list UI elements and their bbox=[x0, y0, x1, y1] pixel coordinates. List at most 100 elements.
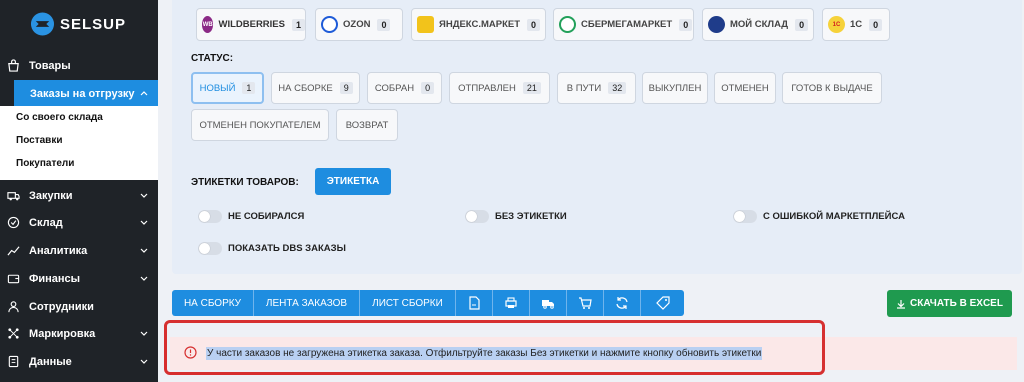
status-assembling-button[interactable]: НА СБОРКЕ 9 bbox=[271, 72, 360, 104]
printer-icon bbox=[505, 297, 517, 308]
1c-logo-icon: 1C bbox=[828, 16, 845, 33]
wildberries-logo-icon: WB bbox=[202, 16, 214, 33]
toggle-switch[interactable] bbox=[733, 210, 757, 223]
network-icon bbox=[6, 327, 20, 341]
sidebar-subitem-customers[interactable]: Покупатели bbox=[16, 158, 74, 169]
toggle-without-label[interactable]: БЕЗ ЭТИКЕТКИ bbox=[465, 210, 567, 223]
delivery-button[interactable] bbox=[530, 290, 567, 316]
status-new-button[interactable]: НОВЫЙ 1 bbox=[191, 72, 264, 104]
tag-icon bbox=[655, 296, 670, 310]
cart-icon bbox=[579, 297, 592, 309]
sidebar-item-analytics[interactable]: Аналитика bbox=[0, 237, 158, 264]
toggle-show-dbs[interactable]: ПОКАЗАТЬ DBS ЗАКАЗЫ bbox=[198, 242, 346, 255]
sidebar-item-label: Аналитика bbox=[29, 244, 88, 257]
chevron-down-icon bbox=[140, 276, 148, 281]
toggle-not-assembled[interactable]: НЕ СОБИРАЛСЯ bbox=[198, 210, 304, 223]
marketplace-ozon-button[interactable]: OZON 0 bbox=[315, 8, 403, 41]
orders-feed-button[interactable]: ЛЕНТА ЗАКАЗОВ bbox=[254, 290, 360, 316]
chevron-down-icon bbox=[140, 220, 148, 225]
sidebar-item-marking[interactable]: Маркировка bbox=[0, 320, 158, 347]
moysklad-logo-icon bbox=[708, 16, 725, 33]
sidebar-item-label: Заказы на отгрузку bbox=[30, 87, 135, 100]
status-return-button[interactable]: ВОЗВРАТ bbox=[336, 109, 398, 141]
truck-icon bbox=[6, 189, 20, 203]
status-cancelled-button[interactable]: ОТМЕНЕН bbox=[714, 72, 776, 104]
tag-button[interactable] bbox=[641, 290, 684, 316]
marketplace-yandex-button[interactable]: ЯНДЕКС.МАРКЕТ 0 bbox=[411, 8, 546, 41]
status-ready-for-pickup-button[interactable]: ГОТОВ К ВЫДАЧЕ bbox=[782, 72, 882, 104]
status-count: 9 bbox=[339, 82, 353, 94]
sber-logo-icon bbox=[559, 16, 576, 33]
status-label: ГОТОВ К ВЫДАЧЕ bbox=[791, 82, 873, 94]
refresh-button[interactable] bbox=[604, 290, 641, 316]
yandex-market-logo-icon bbox=[417, 16, 434, 33]
assembly-sheet-button[interactable]: ЛИСТ СБОРКИ bbox=[360, 290, 456, 316]
sidebar-subitem-supplies[interactable]: Поставки bbox=[16, 135, 62, 146]
wallet-icon bbox=[6, 272, 20, 286]
marketplace-1c-button[interactable]: 1C 1C 0 bbox=[822, 8, 890, 41]
toggle-switch[interactable] bbox=[198, 242, 222, 255]
status-count: 32 bbox=[608, 82, 627, 94]
status-title: СТАТУС: bbox=[191, 53, 234, 64]
shop-icon bbox=[6, 59, 20, 73]
pdf-file-icon bbox=[469, 296, 480, 310]
export-excel-button[interactable]: СКАЧАТЬ В EXCEL bbox=[887, 290, 1012, 317]
toggle-switch[interactable] bbox=[198, 210, 222, 223]
sidebar-item-finance[interactable]: Финансы bbox=[0, 265, 158, 292]
cart-button[interactable] bbox=[567, 290, 604, 316]
pdf-button[interactable] bbox=[456, 290, 493, 316]
chevron-down-icon bbox=[140, 359, 148, 364]
marketplace-count: 0 bbox=[527, 18, 541, 31]
sidebar-item-products[interactable]: Товары bbox=[0, 52, 158, 79]
status-redeemed-button[interactable]: ВЫКУПЛЕН bbox=[642, 72, 708, 104]
sidebar-item-label: Финансы bbox=[29, 272, 81, 285]
marketplace-sbermegamarket-button[interactable]: СБЕРМЕГАМАРКЕТ 0 bbox=[553, 8, 694, 41]
status-label: В ПУТИ bbox=[566, 82, 602, 94]
logo[interactable]: SELSUP bbox=[30, 6, 126, 42]
refresh-icon bbox=[616, 297, 628, 309]
product-labels-title: ЭТИКЕТКИ ТОВАРОВ: bbox=[191, 177, 299, 188]
status-label: ОТПРАВЛЕН bbox=[458, 82, 516, 94]
sidebar-item-employees[interactable]: Сотрудники bbox=[0, 293, 158, 320]
marketplace-wildberries-button[interactable]: WB WILDBERRIES 1 bbox=[196, 8, 306, 41]
marketplace-count: 1 bbox=[291, 18, 305, 31]
status-label: СОБРАН bbox=[374, 82, 415, 94]
to-assembly-button[interactable]: НА СБОРКУ bbox=[172, 290, 254, 316]
app-root: SELSUP Товары Заказы на отгрузку Со свое… bbox=[0, 0, 1024, 382]
brand-name: SELSUP bbox=[59, 15, 126, 33]
marketplace-label: МОЙ СКЛАД bbox=[730, 19, 789, 30]
label-button[interactable]: ЭТИКЕТКА bbox=[315, 168, 391, 195]
status-assembled-button[interactable]: СОБРАН 0 bbox=[367, 72, 442, 104]
toggle-switch[interactable] bbox=[465, 210, 489, 223]
chevron-up-icon bbox=[140, 91, 148, 96]
ozon-logo-icon bbox=[321, 16, 338, 33]
sidebar-item-warehouse[interactable]: Склад bbox=[0, 209, 158, 236]
chevron-down-icon bbox=[140, 331, 148, 336]
sidebar-item-shipping-orders[interactable]: Заказы на отгрузку bbox=[14, 80, 158, 107]
chart-icon bbox=[6, 244, 20, 258]
sidebar-item-purchases[interactable]: Закупки bbox=[0, 182, 158, 209]
filters-panel: WB WILDBERRIES 1 OZON 0 ЯНДЕКС.МАРКЕТ 0 … bbox=[172, 0, 1022, 274]
user-icon bbox=[6, 300, 20, 314]
status-in-transit-button[interactable]: В ПУТИ 32 bbox=[557, 72, 636, 104]
toggle-label: С ОШИБКОЙ МАРКЕТПЛЕЙСА bbox=[763, 211, 905, 222]
document-icon bbox=[6, 355, 20, 369]
status-cancelled-by-buyer-button[interactable]: ОТМЕНЕН ПОКУПАТЕЛЕМ bbox=[191, 109, 329, 141]
print-button[interactable] bbox=[493, 290, 530, 316]
marketplace-label: СБЕРМЕГАМАРКЕТ bbox=[581, 19, 673, 30]
toggle-label: НЕ СОБИРАЛСЯ bbox=[228, 211, 305, 222]
alert-message: У части заказов не загружена этикетка за… bbox=[206, 347, 763, 360]
sidebar-subitem-own-warehouse[interactable]: Со своего склада bbox=[16, 112, 103, 123]
marketplace-moysklad-button[interactable]: МОЙ СКЛАД 0 bbox=[702, 8, 814, 41]
marketplace-label: WILDBERRIES bbox=[218, 19, 285, 30]
sidebar-item-label: Склад bbox=[29, 216, 63, 229]
status-sent-button[interactable]: ОТПРАВЛЕН 21 bbox=[449, 72, 550, 104]
toggle-marketplace-error[interactable]: С ОШИБКОЙ МАРКЕТПЛЕЙСА bbox=[733, 210, 905, 223]
sidebar-item-label: Сотрудники bbox=[29, 300, 94, 313]
sidebar-item-data[interactable]: Данные bbox=[0, 348, 158, 375]
status-label: НОВЫЙ bbox=[199, 82, 236, 94]
marketplace-count: 0 bbox=[679, 18, 693, 31]
alert-circle-icon bbox=[184, 346, 197, 359]
download-icon bbox=[897, 299, 906, 309]
status-count: 0 bbox=[421, 82, 435, 94]
